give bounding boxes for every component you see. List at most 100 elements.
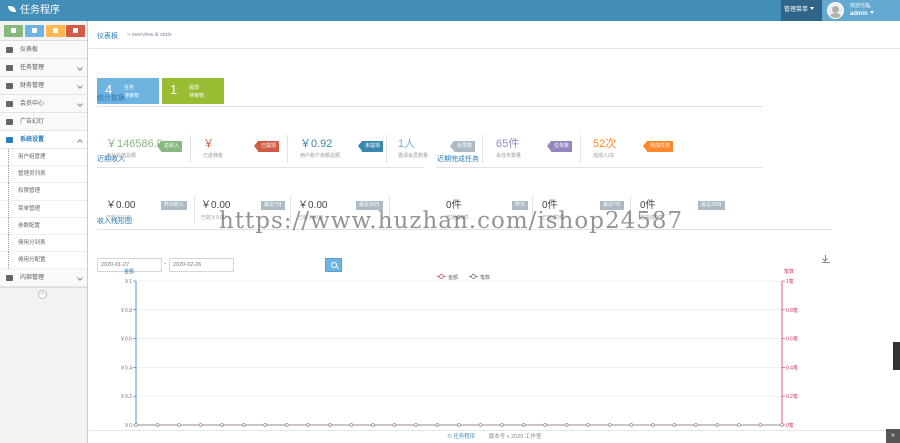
caret-down-icon [869, 11, 874, 14]
data-point [220, 423, 224, 427]
watermark-text: https://www.huzhan.com/ishop24587 [219, 208, 684, 234]
data-point [586, 423, 590, 427]
signal-shortcut-icon[interactable] [4, 25, 23, 37]
data-point [629, 423, 633, 427]
data-point [737, 423, 741, 427]
briefcase-icon [6, 275, 13, 282]
left-tick-label: ￥0.6 [120, 337, 132, 343]
sidebar-subitem-user-groups[interactable]: 用户组管理 [0, 149, 87, 167]
right-tick-label: 0笔 [786, 422, 794, 429]
user-menu[interactable]: 欢迎光临, admin [822, 0, 900, 21]
data-point [651, 423, 655, 427]
footer-brand[interactable]: © 任务程序 [448, 434, 476, 440]
sidebar-item-label: 任务管理 [20, 65, 45, 71]
data-point [543, 423, 547, 427]
data-point [263, 423, 267, 427]
side-feedback-tab[interactable] [893, 342, 900, 370]
chart-layer: 金额 笔数 ￥1 1笔 ￥0.8 0.8笔 ￥0.6 0.6笔 ￥0.4 0.4笔 ￥0.2 0.2笔… [120, 268, 798, 429]
data-point [758, 423, 763, 427]
data-point [177, 423, 181, 427]
sidebar-subitem-commission-config[interactable]: 佣用分配置 [0, 252, 87, 270]
welcome-text: 欢迎光临, [850, 3, 872, 9]
sidebar-subitem-params[interactable]: 参数配置 [0, 217, 87, 235]
data-point [371, 423, 375, 427]
sidebar-collapse-button[interactable]: « [38, 290, 47, 300]
sidebar-subitem-admins[interactable]: 管理员列表 [0, 166, 87, 184]
footer-version: 版本号 v 2020 工作室 [488, 434, 542, 440]
left-tick-label: ￥0.4 [120, 365, 132, 371]
caret-down-icon [810, 7, 815, 10]
data-point [392, 423, 397, 427]
group-shortcut-icon[interactable] [46, 25, 65, 37]
dashboard-icon [6, 47, 13, 53]
data-point [780, 423, 784, 427]
sidebar-subitem-menus[interactable]: 菜单管理 [0, 200, 87, 218]
data-point [608, 423, 612, 427]
sidebar-subitem-permissions[interactable]: 权限管理 [0, 183, 87, 201]
data-point [155, 423, 160, 427]
sidebar-subitem-commission-list[interactable]: 佣用分到表 [0, 234, 87, 253]
right-tick-label: 1笔 [786, 278, 794, 285]
sidebar-collapse-row: « [0, 287, 87, 301]
data-point [500, 423, 504, 427]
user-icon [6, 101, 13, 107]
chevron-down-icon [77, 83, 83, 89]
right-axis-title: 笔数 [784, 268, 794, 275]
left-tick-label: ￥0.2 [120, 394, 132, 400]
right-tick-label: 0.2笔 [786, 393, 798, 400]
sidebar-item-label: 会员中心 [20, 101, 45, 107]
sidebar-item-tasks[interactable]: 任务管理 [0, 59, 87, 77]
sidebar: 仪表板 任务管理 财务管理 会员中心 广告幻灯 系统设置 用户组管理 管理员列表… [0, 21, 88, 443]
chevron-up-icon [77, 139, 83, 145]
chevron-down-icon [77, 275, 83, 282]
footer: © 任务程序 版本号 v 2020 工作室 [89, 430, 900, 443]
right-tick-label: 0.8笔 [786, 307, 798, 314]
left-axis-title: 金额 [124, 268, 134, 275]
sidebar-shortcuts [0, 21, 87, 41]
top-navbar: 任务程序 管理菜单 欢迎光临, admin [0, 0, 900, 21]
picture-icon [6, 119, 13, 125]
data-point [715, 423, 720, 427]
data-point [435, 423, 440, 427]
avatar [827, 2, 844, 19]
data-point [134, 423, 138, 427]
money-icon [6, 83, 13, 89]
back-to-top-button[interactable]: » [886, 429, 900, 443]
data-point [328, 423, 332, 427]
left-tick-label: ￥0.8 [120, 308, 132, 314]
cog-icon [6, 137, 13, 143]
right-tick-label: 0.6笔 [786, 336, 798, 343]
flag-icon [6, 65, 13, 71]
sidebar-item-label: 系统设置 [20, 137, 45, 143]
data-point [564, 423, 569, 427]
app-brand[interactable]: 任务程序 [8, 4, 60, 17]
sidebar-item-label: 内部管理 [20, 275, 45, 282]
app-title: 任务程序 [20, 5, 60, 16]
left-tick-label: ￥0 [124, 423, 132, 429]
data-point [672, 423, 677, 427]
sidebar-item-label: 广告幻灯 [20, 119, 45, 125]
cogs-shortcut-icon[interactable] [66, 25, 85, 37]
chevron-down-icon [77, 65, 83, 71]
chevron-down-icon [77, 101, 83, 107]
data-point [285, 423, 289, 427]
admin-menu-label: 管理菜单 [784, 7, 809, 13]
sidebar-item-members[interactable]: 会员中心 [0, 95, 87, 113]
pencil-shortcut-icon[interactable] [25, 25, 44, 37]
sidebar-item-finance[interactable]: 财务管理 [0, 77, 87, 95]
sidebar-item-dashboard[interactable]: 仪表板 [0, 41, 87, 59]
data-point [478, 423, 483, 427]
data-point [306, 423, 310, 427]
data-point [349, 423, 354, 427]
sidebar-item-ads[interactable]: 广告幻灯 [0, 113, 87, 131]
data-point [198, 423, 203, 427]
data-point [694, 423, 698, 427]
sidebar-item-settings[interactable]: 系统设置 [0, 131, 87, 149]
username: admin [850, 10, 874, 18]
data-point [457, 423, 461, 427]
data-point [241, 423, 246, 427]
sidebar-item-label: 财务管理 [20, 83, 45, 89]
sidebar-item-internal[interactable]: 内部管理 [0, 269, 87, 288]
admin-menu-dropdown[interactable]: 管理菜单 [781, 0, 822, 21]
left-tick-label: ￥1 [124, 279, 132, 285]
